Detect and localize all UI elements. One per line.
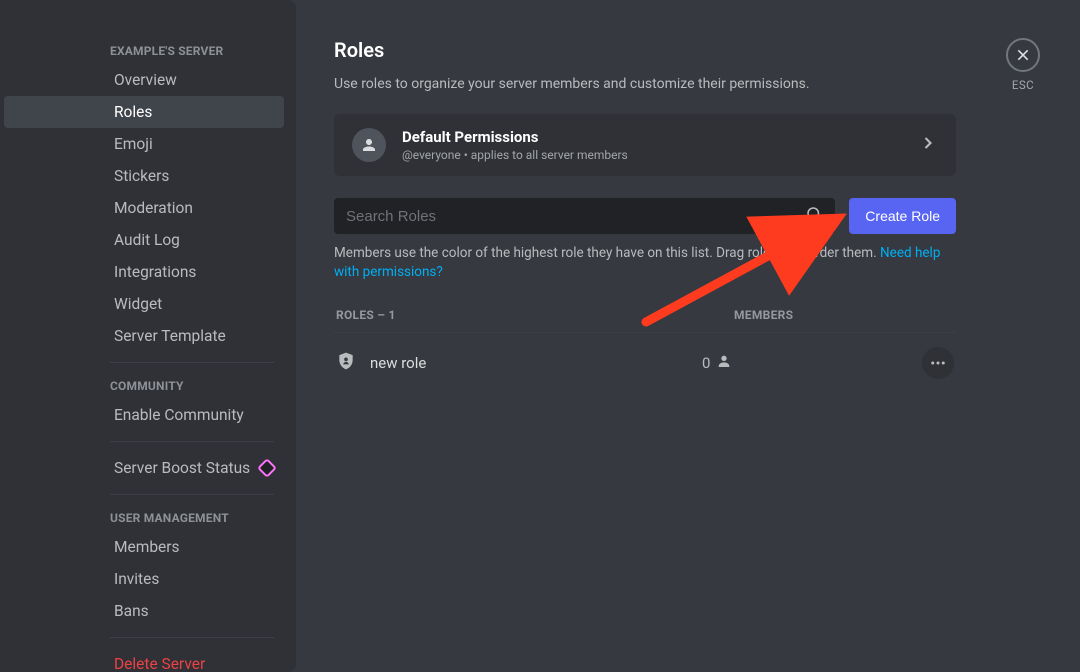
sidebar-item-moderation[interactable]: Moderation — [4, 192, 284, 224]
role-more-button[interactable] — [922, 347, 954, 379]
sidebar-item-emoji[interactable]: Emoji — [4, 128, 284, 160]
roles-hint: Members use the color of the highest rol… — [334, 244, 956, 282]
sidebar-item-widget[interactable]: Widget — [4, 288, 284, 320]
role-member-count: 0 — [702, 354, 710, 372]
create-role-button[interactable]: Create Role — [849, 198, 956, 234]
sidebar-item-label: Bans — [114, 602, 149, 620]
sidebar-item-overview[interactable]: Overview — [4, 64, 284, 96]
default-perms-subtitle: @everyone • applies to all server member… — [402, 148, 902, 162]
close-settings-button[interactable]: ESC — [1006, 38, 1040, 92]
sidebar-item-label: Integrations — [114, 263, 196, 281]
sidebar-item-label: Emoji — [114, 135, 153, 153]
sidebar-item-label: Moderation — [114, 199, 193, 217]
settings-sidebar: EXAMPLE'S SERVER Overview Roles Emoji St… — [0, 0, 296, 672]
default-perms-text: Default Permissions @everyone • applies … — [402, 128, 902, 162]
sidebar-item-label: Invites — [114, 570, 159, 588]
sidebar-item-label: Overview — [114, 71, 177, 89]
sidebar-item-label: Members — [114, 538, 180, 556]
default-permissions-card[interactable]: Default Permissions @everyone • applies … — [334, 114, 956, 176]
sidebar-item-label: Delete Server — [114, 655, 205, 672]
sidebar-header-user-mgmt: USER MANAGEMENT — [0, 505, 284, 531]
members-icon — [352, 128, 386, 162]
sidebar-item-stickers[interactable]: Stickers — [4, 160, 284, 192]
search-box[interactable] — [334, 198, 835, 234]
sidebar-item-delete-server[interactable]: Delete Server — [4, 648, 284, 672]
sidebar-item-label: Roles — [114, 103, 152, 121]
hint-text: Members use the color of the highest rol… — [334, 245, 880, 261]
shield-icon — [336, 351, 356, 375]
sidebar-item-integrations[interactable]: Integrations — [4, 256, 284, 288]
sidebar-item-label: Server Boost Status — [114, 459, 250, 477]
people-icon — [360, 136, 378, 154]
sidebar-item-server-boost[interactable]: Server Boost Status — [4, 452, 284, 484]
role-name: new role — [370, 354, 426, 372]
sidebar-divider — [110, 362, 274, 363]
sidebar-divider — [110, 441, 274, 442]
search-create-row: Create Role — [334, 198, 956, 234]
table-row[interactable]: new role 0 — [334, 333, 956, 393]
sidebar-item-audit-log[interactable]: Audit Log — [4, 224, 284, 256]
roles-table-header: ROLES – 1 MEMBERS — [334, 308, 956, 333]
person-icon — [716, 353, 732, 373]
search-icon — [805, 205, 823, 227]
main-panel: Roles Use roles to organize your server … — [296, 0, 1080, 672]
sidebar-item-label: Server Template — [114, 327, 226, 345]
sidebar-item-invites[interactable]: Invites — [4, 563, 284, 595]
sidebar-item-bans[interactable]: Bans — [4, 595, 284, 627]
close-label: ESC — [1006, 78, 1040, 92]
col-header-roles: ROLES – 1 — [336, 308, 734, 322]
chevron-right-icon — [918, 133, 938, 157]
sidebar-item-enable-community[interactable]: Enable Community — [4, 399, 284, 431]
boost-gem-icon — [257, 458, 277, 478]
sidebar-item-members[interactable]: Members — [4, 531, 284, 563]
default-perms-title: Default Permissions — [402, 128, 902, 146]
close-icon — [1006, 38, 1040, 72]
sidebar-header-server: EXAMPLE'S SERVER — [0, 38, 284, 64]
sidebar-divider — [110, 494, 274, 495]
col-header-members: MEMBERS — [734, 308, 954, 322]
sidebar-item-server-template[interactable]: Server Template — [4, 320, 284, 352]
sidebar-item-roles[interactable]: Roles — [4, 96, 284, 128]
ellipsis-icon — [929, 354, 947, 372]
sidebar-item-label: Enable Community — [114, 406, 244, 424]
sidebar-divider — [110, 637, 274, 638]
page-subtitle: Use roles to organize your server member… — [334, 76, 956, 92]
sidebar-item-label: Widget — [114, 295, 162, 313]
sidebar-item-label: Stickers — [114, 167, 169, 185]
sidebar-header-community: COMMUNITY — [0, 373, 284, 399]
page-title: Roles — [334, 38, 956, 62]
search-input[interactable] — [346, 208, 805, 225]
sidebar-item-label: Audit Log — [114, 231, 180, 249]
